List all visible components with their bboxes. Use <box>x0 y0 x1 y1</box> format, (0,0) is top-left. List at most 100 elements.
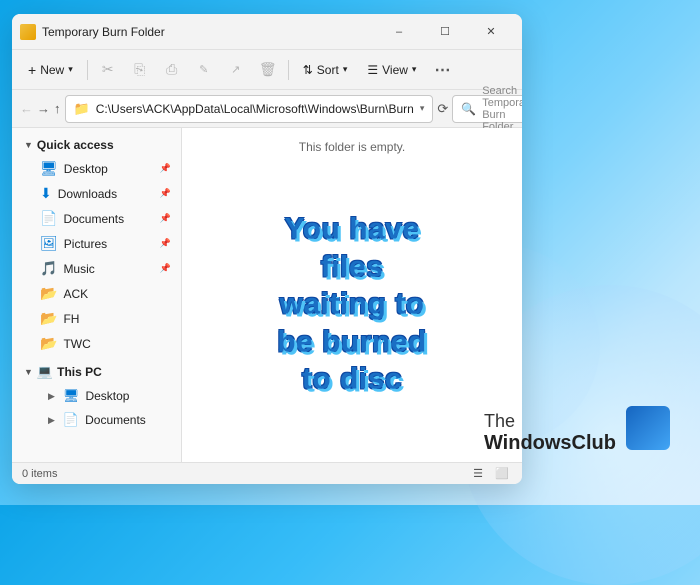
search-placeholder-text: Search Temporary Burn Folder <box>482 85 522 133</box>
this-pc-chevron-icon: ▼ <box>24 367 33 377</box>
view-icon: ☰ <box>367 63 378 77</box>
status-text: 0 items <box>22 468 460 480</box>
view-button[interactable]: ☰ View ▾ <box>359 59 424 81</box>
ack-folder-icon: 📂 <box>40 285 57 302</box>
pc-desktop-folder-icon: 🖥 <box>63 388 80 404</box>
status-bar: 0 items ☰ ⬜ <box>12 462 522 484</box>
new-button[interactable]: + New ▾ <box>20 58 81 82</box>
sidebar: ▼ Quick access 🖥 Desktop 📌 ⬇ Downloads 📌… <box>12 128 182 462</box>
address-dropdown-icon: ▾ <box>420 103 425 114</box>
address-bar: ← → ↑ 📁 C:\Users\ACK\AppData\Local\Micro… <box>12 90 522 128</box>
sidebar-item-ack[interactable]: 📂 ACK <box>16 281 177 306</box>
title-bar: Temporary Burn Folder – ☐ ✕ <box>12 14 522 50</box>
pictures-folder-icon: 🖼 <box>40 235 58 252</box>
paste-button[interactable]: ⎙ <box>158 56 186 84</box>
watermark-name: WindowsClub <box>484 432 616 455</box>
this-pc-header[interactable]: ▼ 💻 This PC <box>16 360 177 384</box>
pin-icon-documents: 📌 <box>160 213 171 224</box>
sidebar-item-twc[interactable]: 📂 TWC <box>16 331 177 356</box>
window-controls: – ☐ ✕ <box>376 16 514 48</box>
sidebar-item-music[interactable]: 🎵 Music 📌 <box>16 256 177 281</box>
status-view-icons: ☰ ⬜ <box>468 465 512 483</box>
music-folder-icon: 🎵 <box>40 260 57 277</box>
sidebar-item-pc-documents[interactable]: ▶ 📄 Documents <box>16 408 177 432</box>
forward-button[interactable]: → <box>37 95 50 123</box>
more-options-button[interactable]: ⋯ <box>428 56 456 84</box>
empty-folder-text: This folder is empty. <box>299 140 405 154</box>
sort-chevron-icon: ▾ <box>343 64 348 75</box>
toolbar-separator-1 <box>87 60 88 80</box>
pin-icon-music: 📌 <box>160 263 171 274</box>
delete-button[interactable]: 🗑 <box>254 56 282 84</box>
minimize-button[interactable]: – <box>376 16 422 48</box>
sort-icon: ⇅ <box>303 63 313 77</box>
sidebar-item-pc-documents-label: Documents <box>85 413 146 427</box>
sidebar-item-downloads-label: Downloads <box>58 187 117 201</box>
main-content: ▼ Quick access 🖥 Desktop 📌 ⬇ Downloads 📌… <box>12 128 522 462</box>
address-input[interactable]: 📁 C:\Users\ACK\AppData\Local\Microsoft\W… <box>65 95 434 123</box>
sidebar-item-downloads[interactable]: ⬇ Downloads 📌 <box>16 181 177 206</box>
watermark-the: The <box>484 411 616 432</box>
sidebar-item-fh[interactable]: 📂 FH <box>16 306 177 331</box>
sidebar-item-desktop[interactable]: 🖥 Desktop 📌 <box>16 156 177 181</box>
address-folder-icon: 📁 <box>74 101 90 117</box>
pc-documents-folder-icon: 📄 <box>63 412 79 428</box>
list-view-button[interactable]: ☰ <box>468 465 488 483</box>
twc-folder-icon: 📂 <box>40 335 57 352</box>
pin-icon-downloads: 📌 <box>160 188 171 199</box>
sidebar-item-pictures-label: Pictures <box>64 237 107 251</box>
quick-access-chevron-icon: ▼ <box>24 140 33 150</box>
sort-button[interactable]: ⇅ Sort ▾ <box>295 59 356 81</box>
quick-access-header[interactable]: ▼ Quick access <box>16 134 177 156</box>
documents-folder-icon: 📄 <box>40 210 57 227</box>
watermark-logo <box>626 406 670 450</box>
new-icon: + <box>28 62 36 78</box>
toolbar: + New ▾ ✂ ⎘ ⎙ ✎ ↗ 🗑 ⇅ Sort ▾ ☰ View ▾ ⋯ <box>12 50 522 90</box>
quick-access-label: Quick access <box>37 138 114 152</box>
burn-line1: You have files <box>267 211 437 286</box>
burn-message: You have files waiting to be burned to d… <box>267 211 437 399</box>
fh-folder-icon: 📂 <box>40 310 57 327</box>
sidebar-item-documents[interactable]: 📄 Documents 📌 <box>16 206 177 231</box>
sidebar-item-pc-desktop[interactable]: ▶ 🖥 Desktop <box>16 384 177 408</box>
sidebar-item-pc-desktop-label: Desktop <box>85 389 129 403</box>
back-button[interactable]: ← <box>20 95 33 123</box>
this-pc-icon: 💻 <box>37 364 53 380</box>
file-explorer-window: Temporary Burn Folder – ☐ ✕ + New ▾ ✂ ⎘ … <box>12 14 522 484</box>
quick-access-section: ▼ Quick access 🖥 Desktop 📌 ⬇ Downloads 📌… <box>12 132 181 358</box>
burn-line3: to disc <box>267 361 437 399</box>
new-chevron-icon: ▾ <box>68 64 73 75</box>
toolbar-separator-2 <box>288 60 289 80</box>
grid-view-button[interactable]: ⬜ <box>492 465 512 483</box>
downloads-folder-icon: ⬇ <box>40 185 52 202</box>
desktop-folder-icon: 🖥 <box>40 160 58 177</box>
watermark: The WindowsClub <box>484 411 670 455</box>
sidebar-item-twc-label: TWC <box>63 337 90 351</box>
search-box[interactable]: 🔍 Search Temporary Burn Folder <box>452 95 522 123</box>
window-title: Temporary Burn Folder <box>42 25 370 39</box>
this-pc-label: This PC <box>57 365 102 379</box>
up-button[interactable]: ↑ <box>54 95 61 123</box>
sidebar-item-desktop-label: Desktop <box>64 162 108 176</box>
address-text: C:\Users\ACK\AppData\Local\Microsoft\Win… <box>96 102 414 116</box>
view-chevron-icon: ▾ <box>412 64 417 75</box>
pin-icon-pictures: 📌 <box>160 238 171 249</box>
sidebar-item-ack-label: ACK <box>63 287 88 301</box>
window-icon <box>20 24 36 40</box>
burn-line2: waiting to be burned <box>267 286 437 361</box>
share-button[interactable]: ↗ <box>222 56 250 84</box>
rename-button[interactable]: ✎ <box>190 56 218 84</box>
chevron-right-icon-docs: ▶ <box>48 415 55 426</box>
copy-button[interactable]: ⎘ <box>126 56 154 84</box>
cut-button[interactable]: ✂ <box>94 56 122 84</box>
pin-icon-desktop: 📌 <box>160 163 171 174</box>
content-pane: This folder is empty. You have files wai… <box>182 128 522 462</box>
sidebar-item-pictures[interactable]: 🖼 Pictures 📌 <box>16 231 177 256</box>
search-icon: 🔍 <box>461 102 476 116</box>
chevron-right-icon-desktop: ▶ <box>48 391 55 402</box>
sidebar-item-music-label: Music <box>63 262 94 276</box>
close-button[interactable]: ✕ <box>468 16 514 48</box>
maximize-button[interactable]: ☐ <box>422 16 468 48</box>
refresh-button[interactable]: ⟳ <box>437 96 448 122</box>
this-pc-section: ▼ 💻 This PC ▶ 🖥 Desktop ▶ 📄 Documents <box>12 358 181 434</box>
